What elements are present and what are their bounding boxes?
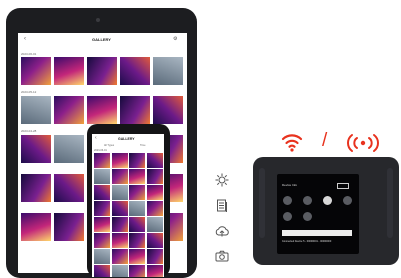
- thermal-thumbnail[interactable]: [146, 153, 163, 168]
- thermal-thumbnail[interactable]: [54, 135, 84, 163]
- thermal-thumbnail[interactable]: [111, 217, 128, 232]
- thermal-thumbnail[interactable]: [111, 153, 128, 168]
- thermal-thumbnail[interactable]: [54, 57, 84, 85]
- thermal-thumbnail[interactable]: [21, 213, 51, 241]
- document-icon: [215, 199, 229, 213]
- device-side-grip: [387, 168, 393, 238]
- thermal-thumbnail[interactable]: [146, 265, 163, 277]
- back-icon[interactable]: ‹: [95, 135, 97, 141]
- device-screen-title: Device Info: [282, 183, 298, 187]
- thermal-thumbnail[interactable]: [21, 135, 51, 163]
- thermal-thumbnail[interactable]: [111, 233, 128, 248]
- thermal-thumbnail[interactable]: [94, 265, 110, 277]
- thermal-thumbnail[interactable]: [94, 185, 110, 200]
- thermal-thumbnail[interactable]: [94, 153, 110, 168]
- thermal-thumbnail[interactable]: [129, 233, 145, 248]
- settings-small-icon[interactable]: ⚙: [173, 36, 177, 42]
- thermal-thumbnail[interactable]: [129, 265, 145, 277]
- tablet-section-date: 2023-05-12: [21, 90, 37, 94]
- thermal-thumbnail[interactable]: [111, 201, 128, 216]
- thermal-thumbnail[interactable]: [54, 96, 84, 124]
- thermal-thumbnail[interactable]: [153, 57, 183, 85]
- thermal-thumbnail[interactable]: [129, 185, 145, 200]
- phone-notch: [117, 126, 139, 132]
- device-screen: Device Info Connected Device 5 - 0000000…: [277, 174, 359, 254]
- tablet-section-date: 2023-04-28: [21, 129, 37, 133]
- thermal-thumbnail[interactable]: [153, 96, 183, 124]
- thermal-thumbnail[interactable]: [120, 96, 150, 124]
- thermal-thumbnail[interactable]: [94, 233, 110, 248]
- thermal-thumbnail[interactable]: [129, 169, 145, 184]
- camera-icon: [215, 249, 229, 263]
- thermal-thumbnail[interactable]: [94, 201, 110, 216]
- thermal-thumbnail[interactable]: [146, 217, 163, 232]
- tablet-header: ‹ GALLERY ⚙: [18, 33, 187, 47]
- settings-icon: [215, 173, 229, 187]
- thermal-thumbnail[interactable]: [111, 249, 128, 264]
- device-menu-button[interactable]: [303, 212, 312, 221]
- wifi-icon: [281, 130, 303, 154]
- device-progress-bar: [282, 230, 352, 236]
- thermal-thumbnail[interactable]: [111, 169, 128, 184]
- tablet-camera: [96, 18, 100, 22]
- thermal-thumbnail[interactable]: [111, 265, 128, 277]
- thermal-thumbnail[interactable]: [21, 174, 51, 202]
- device-menu-button[interactable]: [283, 212, 292, 221]
- device-footer-text: Connected Device 5 - 00000001 - 00000000: [282, 240, 332, 243]
- battery-icon: [337, 183, 349, 189]
- device-side-grip: [259, 168, 265, 238]
- device-menu-button[interactable]: [303, 196, 312, 205]
- thermal-thumbnail[interactable]: [54, 213, 84, 241]
- thermal-thumbnail[interactable]: [87, 57, 117, 85]
- thermal-thumbnail[interactable]: [129, 201, 145, 216]
- thermal-thumbnail[interactable]: [146, 249, 163, 264]
- thermal-thumbnail[interactable]: [129, 153, 145, 168]
- phone-gallery-title: GALLERY: [118, 137, 135, 141]
- device-menu-button[interactable]: [323, 196, 332, 205]
- thermal-thumbnail[interactable]: [87, 96, 117, 124]
- radio-signal-icon: [346, 133, 380, 153]
- thermal-thumbnail[interactable]: [21, 96, 51, 124]
- thermal-thumbnail[interactable]: [146, 201, 163, 216]
- tablet-gallery-title: GALLERY: [92, 37, 111, 42]
- thermal-thumbnail[interactable]: [94, 169, 110, 184]
- thermal-thumbnail[interactable]: [146, 233, 163, 248]
- connectivity-separator: /: [322, 130, 328, 151]
- phone-section-date: 2023-06-01: [94, 149, 107, 152]
- thermal-thumbnail[interactable]: [111, 185, 128, 200]
- tablet-section-date: 2023-06-01: [21, 52, 37, 56]
- back-icon[interactable]: ‹: [24, 36, 26, 42]
- cloud-upload-icon: [215, 224, 229, 238]
- thermal-thumbnail[interactable]: [21, 57, 51, 85]
- thermal-thumbnail[interactable]: [146, 185, 163, 200]
- thermal-thumbnail[interactable]: [94, 249, 110, 264]
- thermal-thumbnail[interactable]: [120, 57, 150, 85]
- thermal-thumbnail[interactable]: [54, 174, 84, 202]
- device-menu-button[interactable]: [283, 196, 292, 205]
- thermal-thumbnail[interactable]: [129, 217, 145, 232]
- thermal-thumbnail[interactable]: [94, 217, 110, 232]
- phone-tab-all[interactable]: All Types: [104, 144, 114, 147]
- phone-tab-time[interactable]: Time: [140, 144, 145, 147]
- phone-screen: ‹ GALLERY All Types Time 2023-06-01: [92, 134, 164, 277]
- thermal-thumbnail[interactable]: [146, 169, 163, 184]
- thermal-thumbnail[interactable]: [129, 249, 145, 264]
- device-menu-button[interactable]: [343, 196, 352, 205]
